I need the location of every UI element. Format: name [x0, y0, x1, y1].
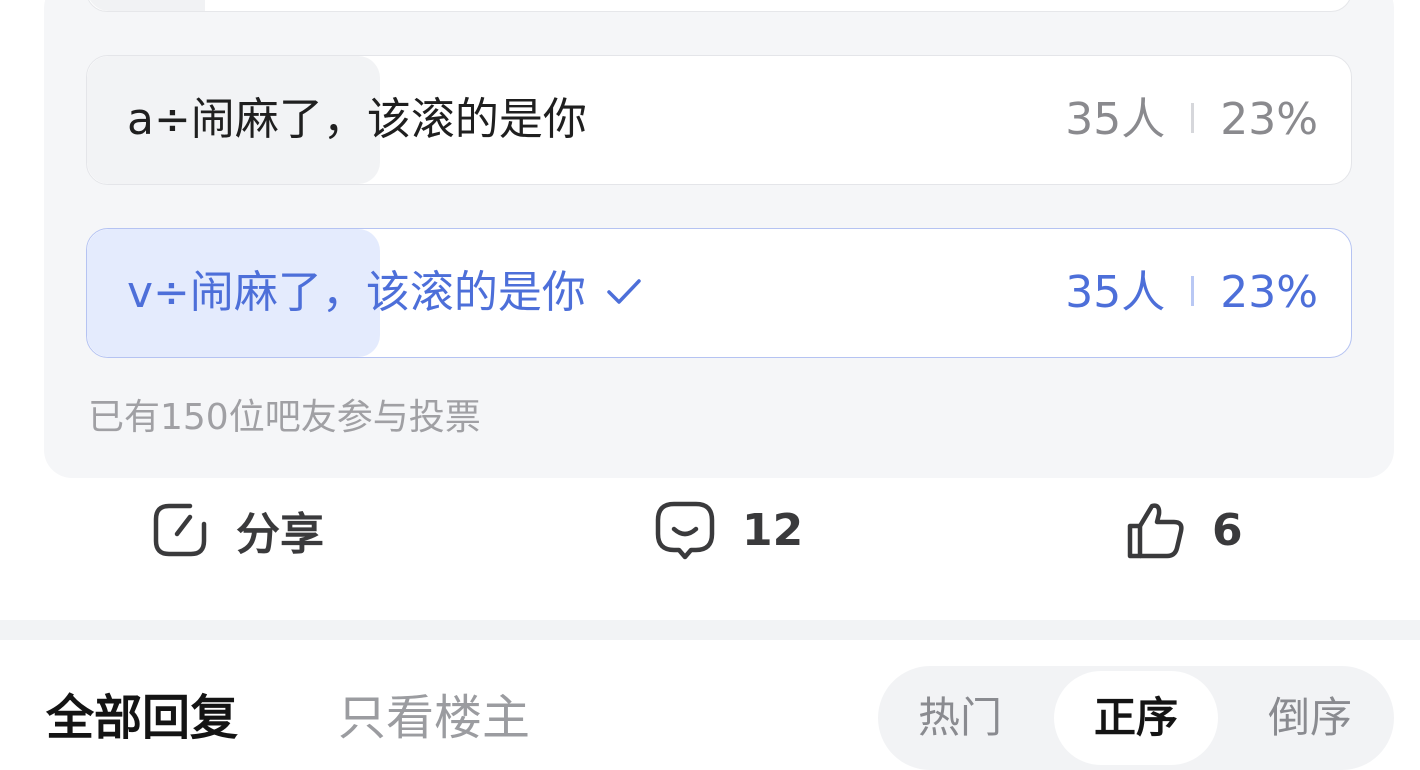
- poll-option-partial[interactable]: [86, 0, 1352, 12]
- poll-option-label-text: v÷闹麻了，该滚的是你: [127, 267, 586, 318]
- poll-option-stats: 35人 23%: [1065, 229, 1318, 357]
- poll-option-a[interactable]: a÷闹麻了，该滚的是你 35人 23%: [86, 55, 1352, 185]
- sort-ascending-button[interactable]: 正序: [1054, 671, 1218, 765]
- poll-participants-text: 已有150位吧友参与投票: [88, 397, 481, 438]
- tab-all-replies[interactable]: 全部回复: [46, 686, 238, 750]
- thumbs-up-icon: [1127, 503, 1184, 559]
- poll-option-v[interactable]: v÷闹麻了，该滚的是你 35人 23%: [86, 228, 1352, 358]
- poll-option-percent: 23%: [1220, 267, 1318, 318]
- share-label: 分享: [236, 509, 324, 560]
- like-count: 6: [1212, 504, 1243, 556]
- sort-descending-button[interactable]: 倒序: [1238, 671, 1382, 765]
- checkmark-icon: [607, 279, 641, 304]
- poll-option-label: v÷闹麻了，该滚的是你: [127, 229, 644, 357]
- poll-option-count: 35人: [1065, 94, 1166, 145]
- poll-option-fill: [87, 0, 205, 11]
- tab-op-only[interactable]: 只看楼主: [338, 686, 530, 750]
- like-button[interactable]: 6: [1126, 498, 1243, 562]
- poll-option-count: 35人: [1065, 267, 1166, 318]
- poll-option-percent: 23%: [1220, 94, 1318, 145]
- comment-button[interactable]: 12: [654, 498, 803, 562]
- section-divider: [0, 620, 1420, 640]
- comment-count: 12: [742, 504, 804, 556]
- share-icon: [153, 503, 207, 557]
- comment-icon: [655, 501, 715, 560]
- stats-separator: [1191, 103, 1195, 133]
- share-button[interactable]: 分享: [150, 498, 324, 562]
- sort-toggle-group: 热门 正序 倒序: [878, 666, 1394, 770]
- poll-option-stats: 35人 23%: [1065, 56, 1318, 184]
- sort-hot-button[interactable]: 热门: [890, 671, 1030, 765]
- poll-option-label: a÷闹麻了，该滚的是你: [127, 94, 587, 145]
- stats-separator: [1191, 276, 1195, 306]
